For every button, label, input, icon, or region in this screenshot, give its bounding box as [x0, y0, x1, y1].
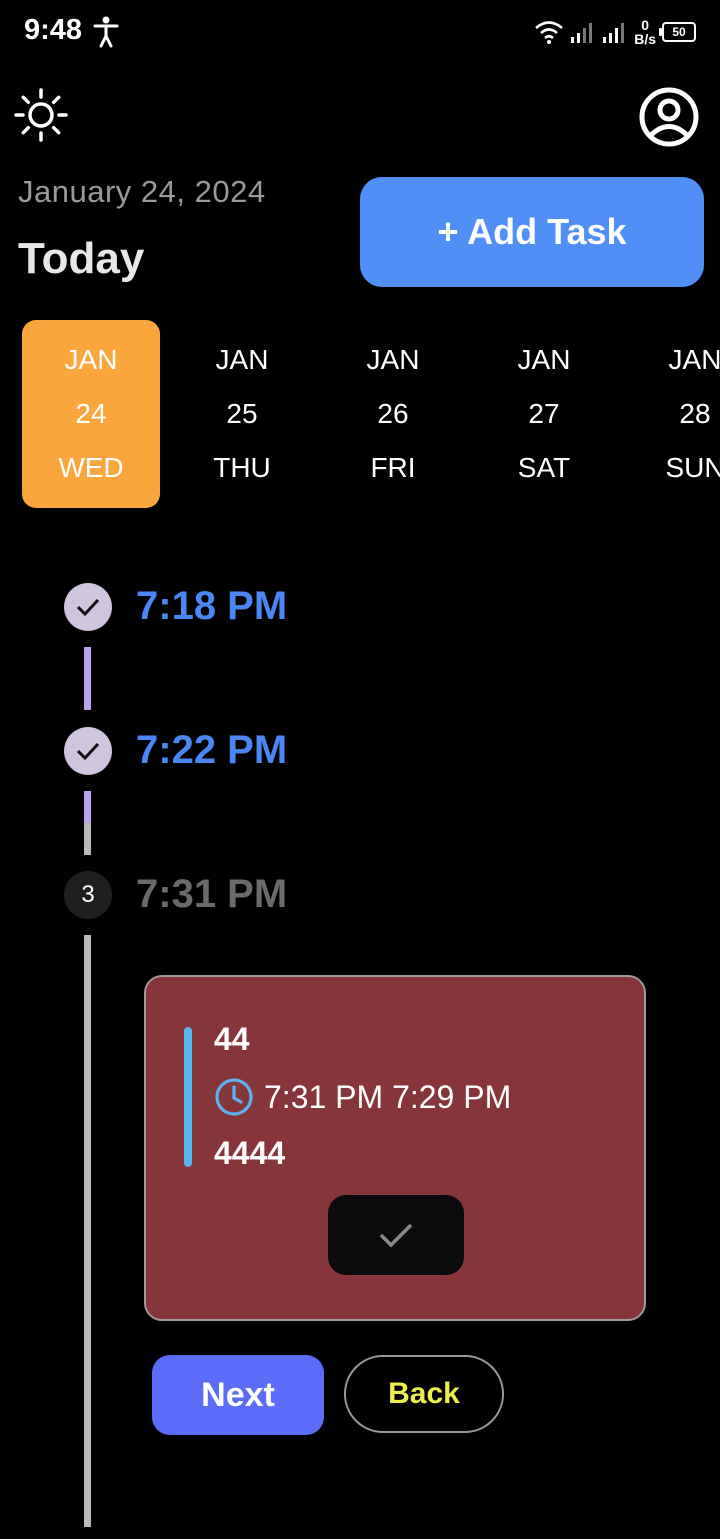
add-task-button[interactable]: + Add Task — [360, 177, 704, 287]
step-completed-check-icon — [64, 583, 112, 631]
date-month: JAN — [64, 344, 118, 375]
status-icons: 0 B/s 50 — [534, 14, 696, 50]
date-month: JAN — [366, 344, 420, 375]
date-item-selected[interactable]: JAN 24 WED — [22, 320, 160, 508]
step-time: 7:31 PM — [136, 872, 288, 916]
date-weekday: SUN — [665, 452, 720, 483]
timeline-connector — [84, 935, 91, 1527]
task-time-row: 7:31 PM 7:29 PM — [214, 1077, 511, 1117]
timeline-connector — [84, 823, 91, 855]
date-month: JAN — [517, 344, 571, 375]
task-time-range: 7:31 PM 7:29 PM — [264, 1078, 512, 1115]
accessibility-icon — [93, 16, 119, 48]
date-day: 26 — [377, 398, 409, 429]
date-strip[interactable]: JAN 24 WED JAN 25 THU JAN 26 FRI JAN 27 … — [0, 320, 720, 510]
date-item[interactable]: JAN 25 THU — [173, 320, 311, 508]
network-speed: 0 B/s — [634, 18, 656, 46]
step-number: 3 — [81, 881, 95, 908]
date-weekday: WED — [58, 452, 124, 483]
task-title: 44 — [214, 1021, 250, 1057]
task-description: 4444 — [214, 1135, 286, 1171]
back-button[interactable]: Back — [344, 1355, 504, 1433]
date-month: JAN — [668, 344, 720, 375]
signal-icon — [571, 23, 593, 43]
wifi-icon — [535, 21, 564, 44]
date-weekday: THU — [213, 452, 271, 483]
network-speed-unit: B/s — [634, 31, 656, 47]
step-completed-check-icon — [64, 727, 112, 775]
next-button[interactable]: Next — [152, 1355, 324, 1435]
timeline-connector — [84, 647, 91, 710]
task-card[interactable]: 44 7:31 PM 7:29 PM 4444 — [144, 975, 646, 1321]
date-item[interactable]: JAN 28 SUN — [626, 320, 720, 508]
signal-icon — [603, 23, 625, 43]
date-day: 24 — [75, 398, 107, 429]
date-day: 27 — [528, 398, 560, 429]
step-number-badge: 3 — [64, 871, 112, 919]
page-title: Today — [18, 234, 145, 283]
date-item[interactable]: JAN 26 FRI — [324, 320, 462, 508]
date-item[interactable]: JAN 27 SAT — [475, 320, 613, 508]
complete-task-button[interactable] — [328, 1195, 464, 1275]
step-time: 7:18 PM — [136, 584, 288, 628]
check-icon — [379, 1223, 413, 1248]
battery-level: 50 — [672, 25, 686, 39]
date-day: 25 — [226, 398, 258, 429]
current-date: January 24, 2024 — [18, 174, 266, 209]
status-time: 9:48 — [24, 14, 83, 46]
date-weekday: SAT — [517, 452, 571, 483]
profile-avatar-icon[interactable] — [638, 86, 700, 148]
task-accent-bar — [184, 1027, 192, 1167]
clock-icon — [215, 1078, 253, 1116]
timeline-connector — [84, 791, 91, 823]
network-speed-value: 0 — [641, 17, 649, 33]
theme-toggle-sun-icon[interactable] — [14, 88, 68, 142]
date-day: 28 — [679, 398, 711, 429]
date-month: JAN — [215, 344, 269, 375]
date-weekday: FRI — [370, 452, 416, 483]
step-time: 7:22 PM — [136, 728, 288, 772]
battery-icon: 50 — [659, 22, 696, 42]
